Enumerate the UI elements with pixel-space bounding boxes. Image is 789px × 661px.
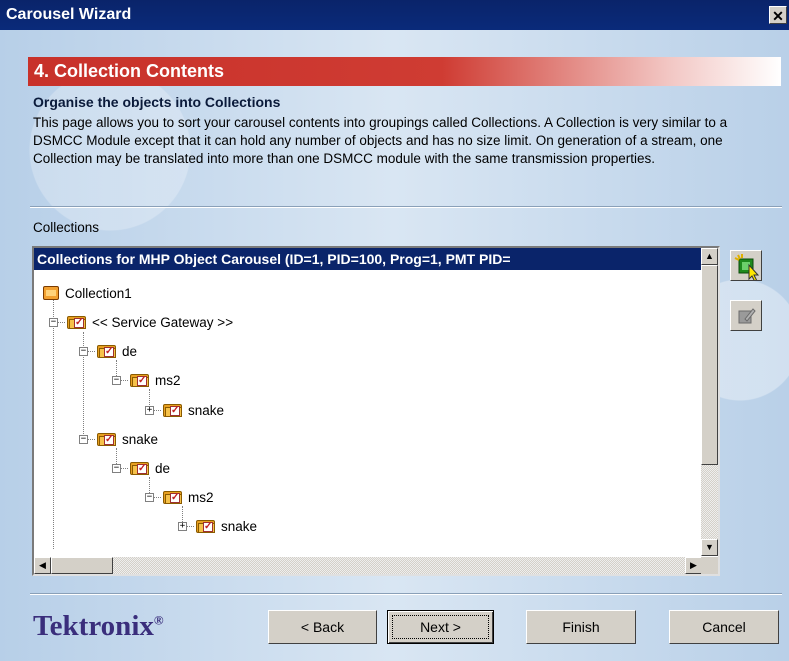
vertical-scroll-thumb[interactable] xyxy=(701,265,718,465)
next-button[interactable]: Next > xyxy=(387,610,494,644)
carousel-wizard-window: Carousel Wizard ✕ 4. Collection Contents… xyxy=(0,0,789,661)
folder-checked-icon: ✓ xyxy=(97,431,117,447)
tree-node-snake[interactable]: ✓ snake xyxy=(163,400,224,420)
page-heading: 4. Collection Contents xyxy=(28,57,781,86)
horizontal-scrollbar[interactable]: ◀ ▶ xyxy=(34,557,702,574)
tree-node-snake[interactable]: ✓ snake xyxy=(196,516,257,536)
tree-node-ms2[interactable]: ✓ ms2 xyxy=(130,370,181,390)
tree-node-label: ms2 xyxy=(188,489,214,505)
folder-checked-icon: ✓ xyxy=(163,489,183,505)
tree-header: Collections for MHP Object Carousel (ID=… xyxy=(34,248,702,270)
page-description: This page allows you to sort your carous… xyxy=(33,115,728,166)
close-icon[interactable]: ✕ xyxy=(769,6,787,24)
tree-node-ms2[interactable]: ✓ ms2 xyxy=(163,487,214,507)
tree-node-de[interactable]: ✓ de xyxy=(130,458,170,478)
folder-checked-icon: ✓ xyxy=(163,402,183,418)
scroll-left-icon[interactable]: ◀ xyxy=(34,557,51,574)
expand-icon[interactable]: + xyxy=(145,406,154,415)
collapse-icon[interactable]: − xyxy=(145,493,154,502)
new-collection-icon xyxy=(734,254,760,283)
folder-checked-icon: ✓ xyxy=(196,518,216,534)
edit-collection-button[interactable] xyxy=(730,300,762,331)
title-bar[interactable]: Carousel Wizard ✕ xyxy=(0,0,789,30)
tree-node-collection1[interactable]: Collection1 xyxy=(43,283,132,303)
tree-line xyxy=(53,293,54,549)
collapse-icon[interactable]: − xyxy=(112,376,121,385)
expand-icon[interactable]: + xyxy=(178,522,187,531)
top-divider xyxy=(30,206,782,208)
scroll-down-icon[interactable]: ▼ xyxy=(701,539,718,556)
folder-checked-icon: ✓ xyxy=(130,372,150,388)
finish-button[interactable]: Finish xyxy=(526,610,636,644)
collapse-icon[interactable]: − xyxy=(49,318,58,327)
tree-node-label: ms2 xyxy=(155,372,181,388)
vertical-scrollbar[interactable]: ▲ ▼ xyxy=(701,248,718,556)
collections-label: Collections xyxy=(33,220,100,235)
scroll-right-icon[interactable]: ▶ xyxy=(685,557,702,574)
bottom-divider xyxy=(30,593,782,595)
tree-node-label: snake xyxy=(221,518,258,534)
scrollbar-corner xyxy=(701,557,718,574)
tree-node-label: snake xyxy=(122,431,159,447)
tree-node-snake[interactable]: ✓ snake xyxy=(97,429,158,449)
folder-checked-icon: ✓ xyxy=(130,460,150,476)
collapse-icon[interactable]: − xyxy=(79,347,88,356)
focus-rect xyxy=(392,615,489,639)
page-subheading: Organise the objects into Collections xyxy=(33,94,281,110)
edit-collection-icon xyxy=(738,308,756,324)
back-button[interactable]: < Back xyxy=(268,610,377,644)
tree-node-label: snake xyxy=(188,402,225,418)
collections-tree[interactable]: Collections for MHP Object Carousel (ID=… xyxy=(32,246,720,576)
window-title: Carousel Wizard xyxy=(6,6,132,23)
tree-node-label: << Service Gateway >> xyxy=(92,314,234,330)
collapse-icon[interactable]: − xyxy=(79,435,88,444)
folder-checked-icon: ✓ xyxy=(67,314,87,330)
folder-checked-icon: ✓ xyxy=(97,343,117,359)
cancel-button[interactable]: Cancel xyxy=(669,610,779,644)
tree-node-service-gateway[interactable]: ✓ << Service Gateway >> xyxy=(67,312,233,332)
scroll-up-icon[interactable]: ▲ xyxy=(701,248,718,265)
tree-node-label: Collection1 xyxy=(65,285,132,301)
collection-icon xyxy=(43,286,59,300)
collapse-icon[interactable]: − xyxy=(112,464,121,473)
wizard-page: 4. Collection Contents Organise the obje… xyxy=(0,30,789,661)
tektronix-logo: Tektronix® xyxy=(33,610,164,642)
tree-node-de[interactable]: ✓ de xyxy=(97,341,137,361)
tree-node-label: de xyxy=(122,343,138,359)
tree-node-label: de xyxy=(155,460,171,476)
horizontal-scroll-thumb[interactable] xyxy=(51,557,113,574)
new-collection-button[interactable] xyxy=(730,250,762,283)
